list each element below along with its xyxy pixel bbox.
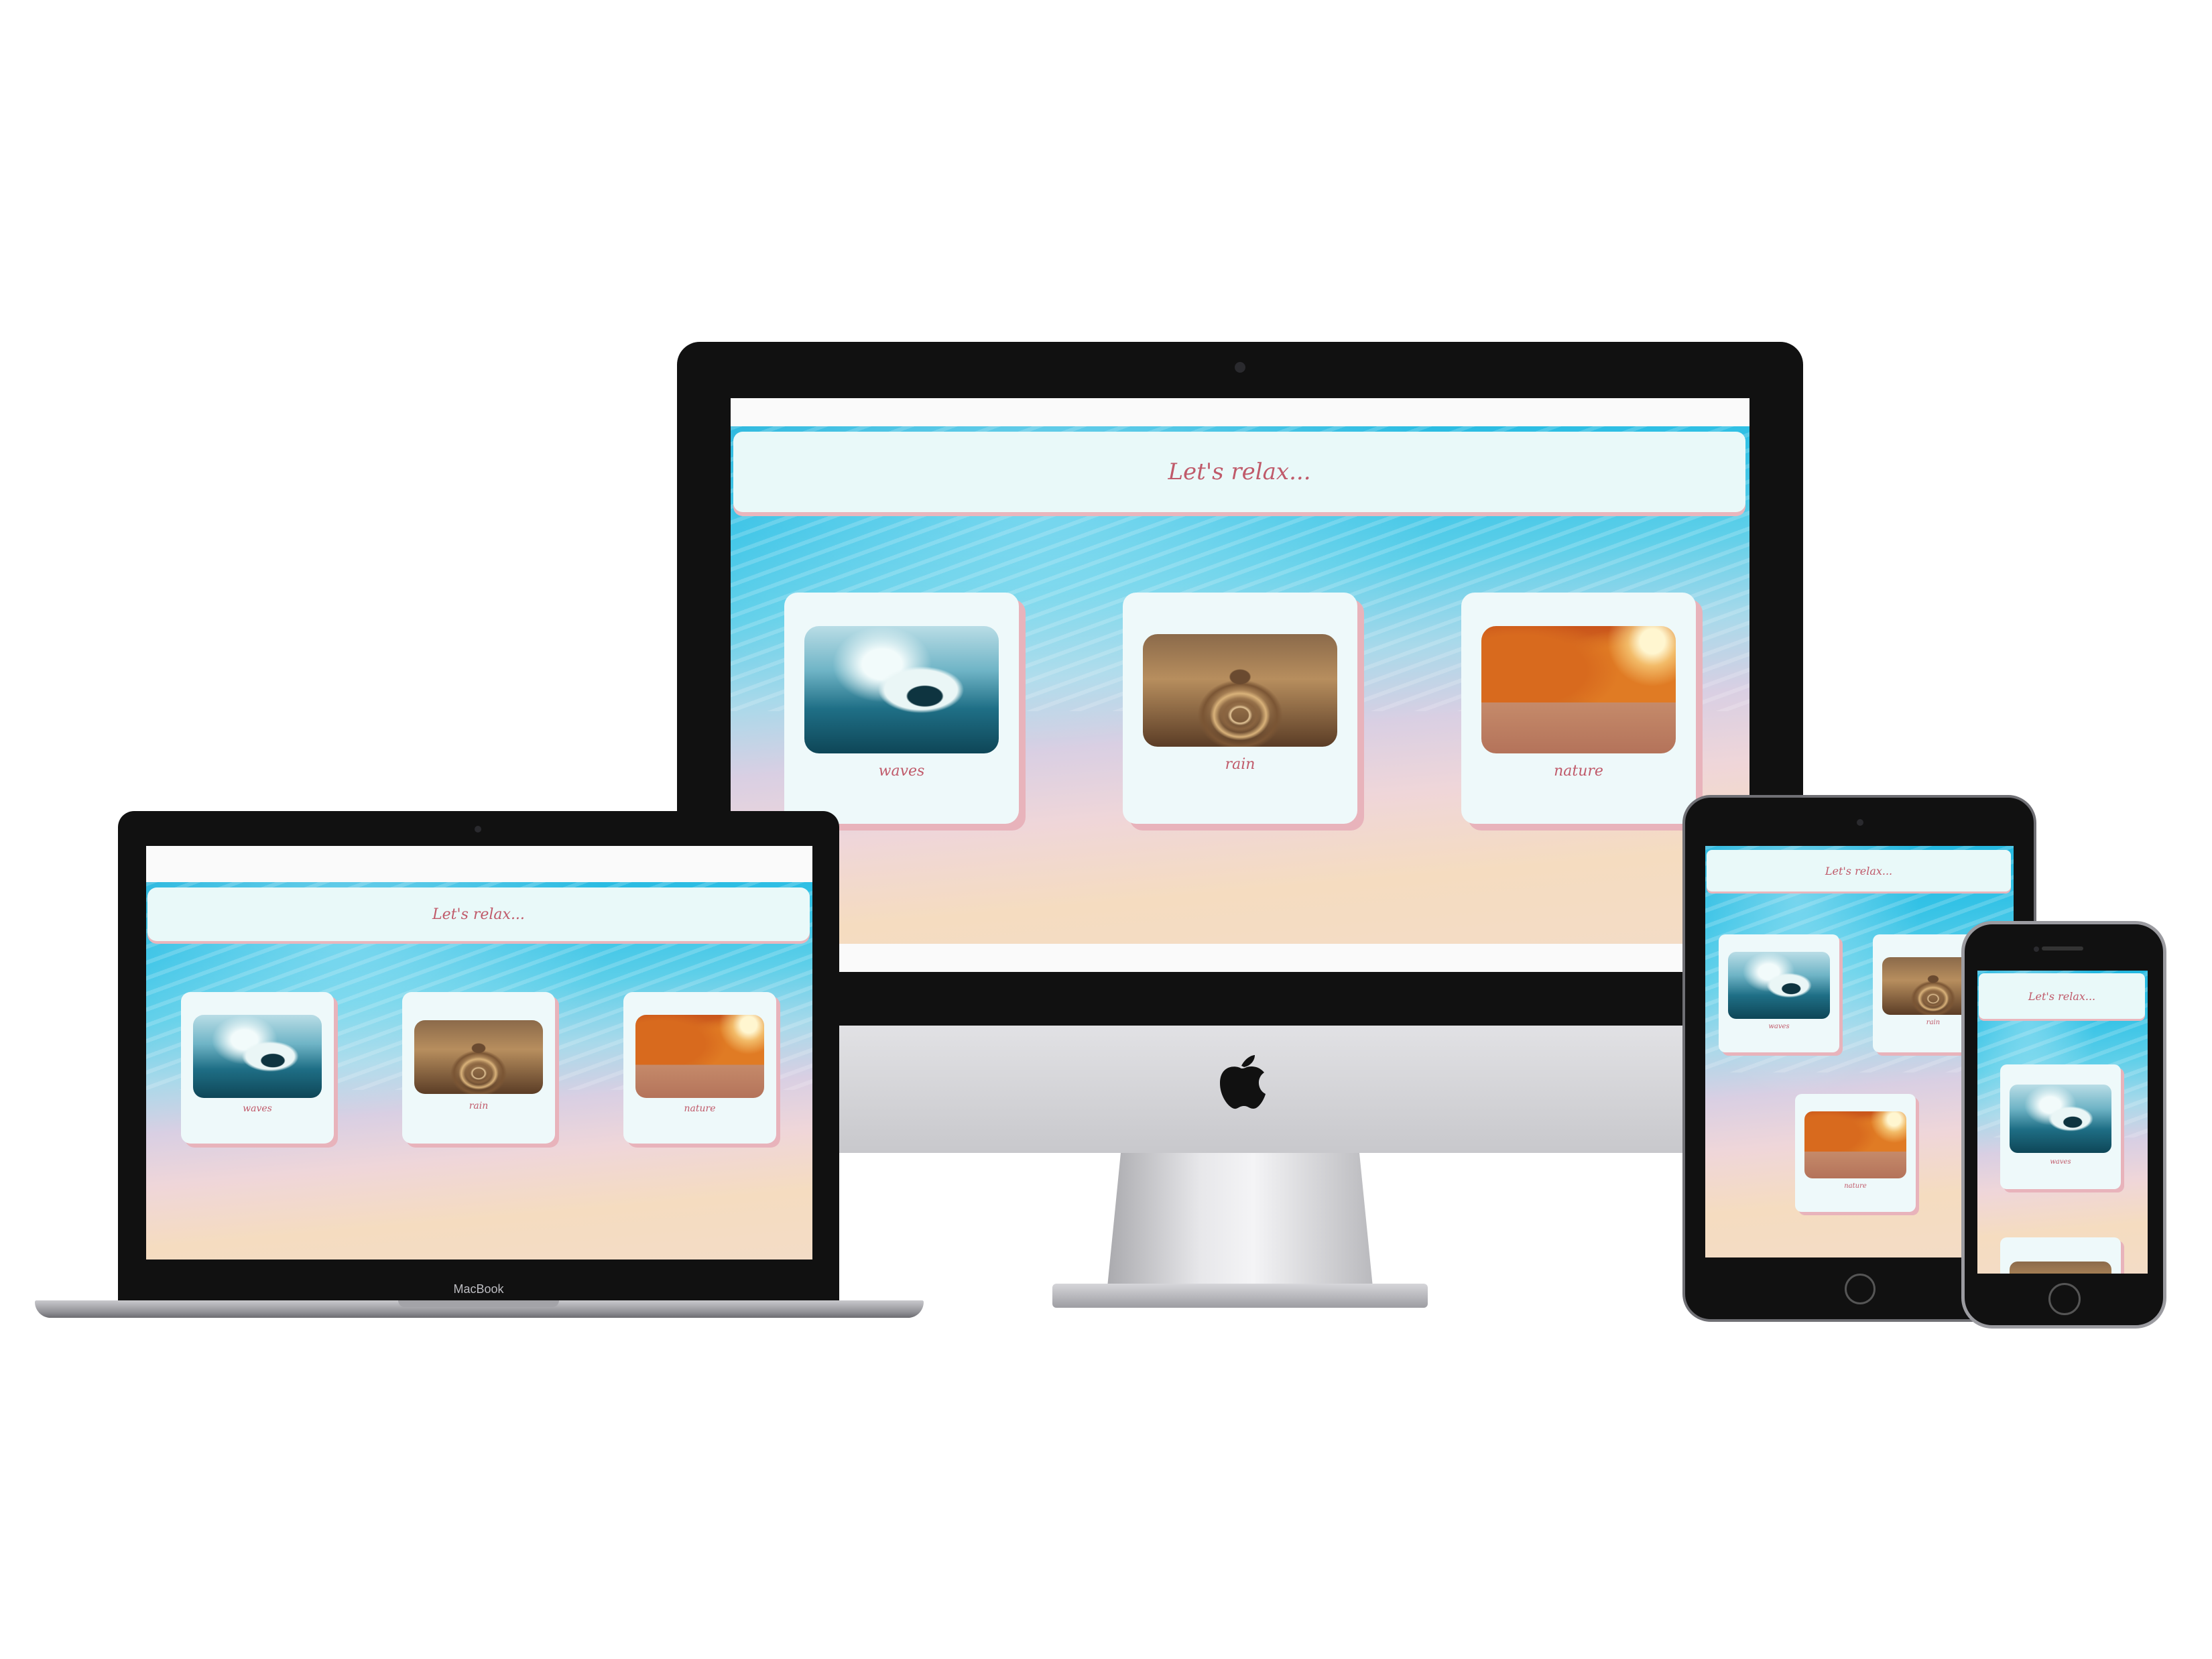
waves-image: [2010, 1085, 2111, 1153]
page-title: Let's relax...: [1168, 458, 1311, 485]
nature-image: [1481, 626, 1676, 753]
rain-image: [414, 1020, 543, 1094]
laptop-camera-icon: [475, 826, 481, 833]
card-label-nature: nature: [1554, 763, 1603, 780]
waves-image: [193, 1015, 322, 1098]
card-waves[interactable]: waves: [181, 992, 334, 1144]
card-label-nature: nature: [684, 1103, 716, 1114]
phone-camera-icon: [2034, 946, 2039, 952]
card-rain[interactable]: rain: [1123, 593, 1357, 824]
monitor-camera-icon: [1235, 362, 1245, 373]
nature-image: [635, 1015, 764, 1098]
apple-logo-icon: [1215, 1051, 1268, 1111]
card-nature[interactable]: nature: [1795, 1094, 1916, 1212]
card-label-rain: rain: [1225, 756, 1255, 773]
card-label-waves: waves: [1768, 1023, 1790, 1030]
card-rain[interactable]: [2000, 1237, 2121, 1274]
page-header: Let's relax...: [1979, 973, 2145, 1019]
card-waves[interactable]: waves: [2000, 1064, 2121, 1189]
waves-image: [804, 626, 999, 753]
tablet-home-button[interactable]: [1845, 1274, 1876, 1304]
nature-image: [1804, 1111, 1906, 1178]
laptop-hinge-notch: [398, 1300, 559, 1307]
rain-image: [2010, 1262, 2111, 1274]
phone-screen: Let's relax... waves: [1977, 971, 2148, 1274]
card-waves[interactable]: waves: [784, 593, 1019, 824]
page-title: Let's relax...: [432, 906, 525, 923]
page-header: Let's relax...: [1707, 850, 2011, 892]
card-label-waves: waves: [878, 763, 925, 780]
waves-image: [1728, 952, 1830, 1019]
monitor-stand: [1106, 1140, 1374, 1300]
page-header: Let's relax...: [147, 887, 810, 941]
page-title: Let's relax...: [2028, 989, 2096, 1003]
card-rain[interactable]: rain: [402, 992, 555, 1144]
card-label-rain: rain: [469, 1101, 489, 1111]
card-label-waves: waves: [2050, 1158, 2071, 1166]
card-nature[interactable]: nature: [1461, 593, 1696, 824]
tablet-camera-icon: [1857, 819, 1863, 826]
monitor-stand-base: [1052, 1284, 1428, 1308]
phone-speaker: [2042, 946, 2083, 950]
page-header: Let's relax...: [733, 432, 1745, 512]
laptop-brand: MacBook: [453, 1282, 504, 1296]
card-label-nature: nature: [1844, 1182, 1867, 1190]
rain-image: [1143, 634, 1337, 747]
laptop-screen: Let's relax... waves rain nature: [146, 846, 812, 1259]
card-nature[interactable]: nature: [623, 992, 776, 1144]
monitor-screen: Let's relax... waves rain nature: [731, 398, 1749, 972]
page-title: Let's relax...: [1825, 864, 1893, 877]
card-label-waves: waves: [243, 1103, 272, 1114]
phone-home-button[interactable]: [2048, 1283, 2081, 1315]
card-waves[interactable]: waves: [1719, 934, 1839, 1052]
